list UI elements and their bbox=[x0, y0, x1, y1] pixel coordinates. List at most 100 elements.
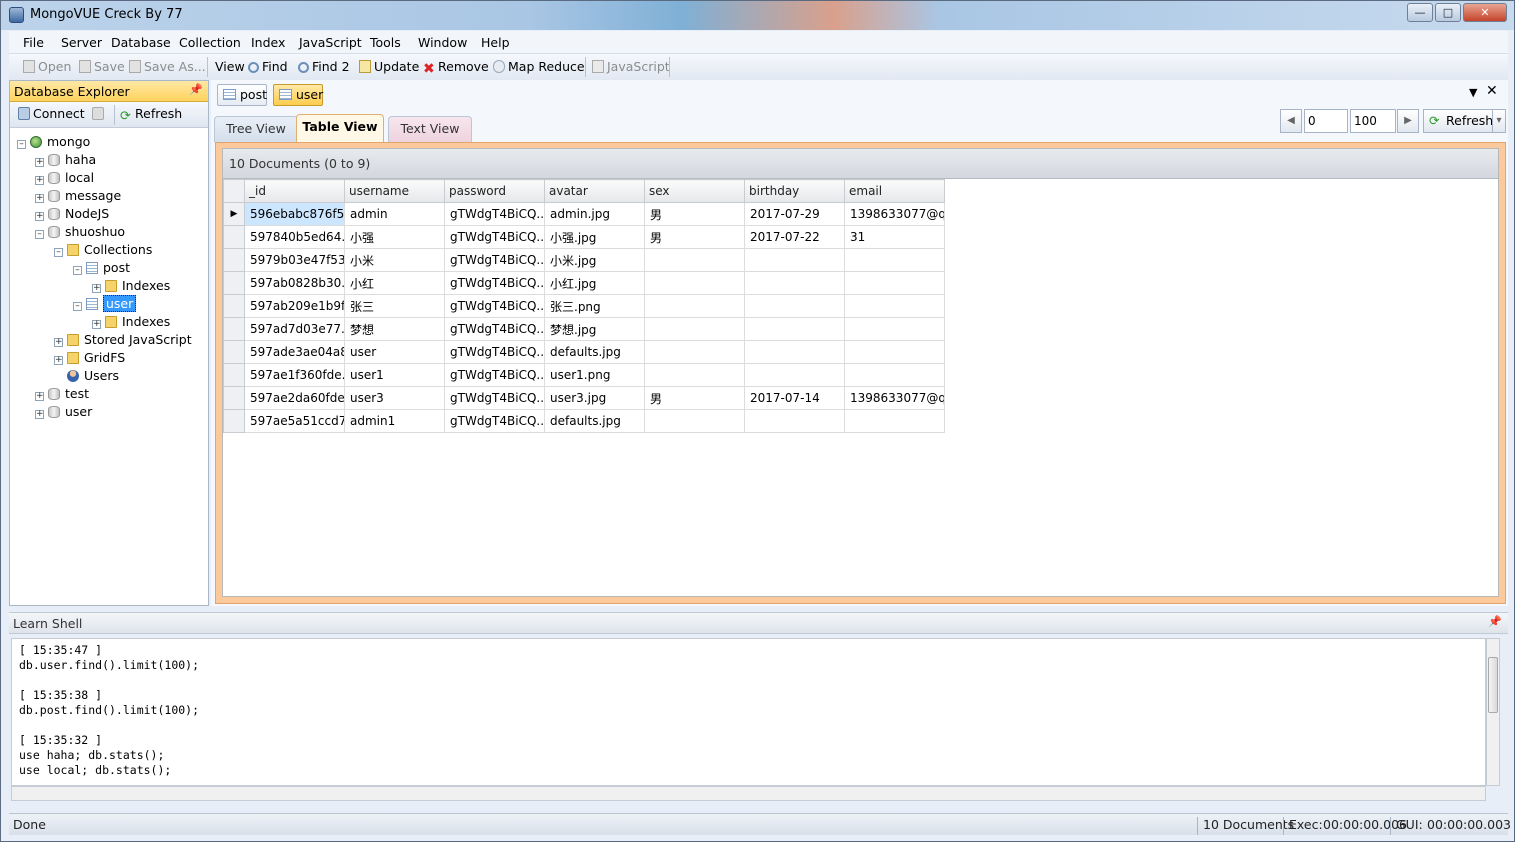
menu-javascript[interactable]: JavaScript bbox=[299, 35, 362, 50]
table-cell[interactable] bbox=[644, 294, 745, 318]
table-cell[interactable]: 1398633077@q... bbox=[844, 202, 945, 226]
table-cell[interactable]: gTWdgT4BiCQ... bbox=[444, 248, 545, 272]
row-header[interactable] bbox=[223, 363, 245, 387]
table-cell[interactable]: gTWdgT4BiCQ... bbox=[444, 409, 545, 433]
column-header[interactable]: email bbox=[844, 179, 945, 203]
tree-node-collection[interactable]: – user bbox=[73, 295, 137, 313]
table-cell[interactable]: 597ab0828b30... bbox=[244, 271, 345, 295]
tree-node-users[interactable]: Users bbox=[67, 367, 119, 385]
table-cell[interactable]: user3.jpg bbox=[544, 386, 645, 410]
table-cell[interactable] bbox=[644, 271, 745, 295]
table-cell[interactable]: 小强 bbox=[344, 225, 445, 249]
table-cell[interactable] bbox=[644, 317, 745, 341]
table-cell[interactable]: 597ad7d03e77... bbox=[244, 317, 345, 341]
row-header[interactable] bbox=[223, 271, 245, 295]
tree-node-indexes[interactable]: + Indexes bbox=[92, 277, 170, 295]
table-cell[interactable]: gTWdgT4BiCQ... bbox=[444, 386, 545, 410]
table-cell[interactable]: admin1 bbox=[344, 409, 445, 433]
table-cell[interactable]: gTWdgT4BiCQ... bbox=[444, 363, 545, 387]
table-cell[interactable]: user3 bbox=[344, 386, 445, 410]
table-cell[interactable] bbox=[644, 363, 745, 387]
tree-node-db[interactable]: + message bbox=[35, 187, 121, 205]
table-cell[interactable]: gTWdgT4BiCQ... bbox=[444, 202, 545, 226]
table-cell[interactable] bbox=[744, 363, 845, 387]
tab-tree-view[interactable]: Tree View bbox=[214, 116, 298, 142]
view-button[interactable]: View bbox=[215, 58, 245, 76]
close-button[interactable]: ✕ bbox=[1463, 3, 1507, 22]
table-cell[interactable]: gTWdgT4BiCQ... bbox=[444, 317, 545, 341]
table-cell[interactable]: gTWdgT4BiCQ... bbox=[444, 271, 545, 295]
table-cell[interactable]: 小强.jpg bbox=[544, 225, 645, 249]
table-cell[interactable]: 张三.png bbox=[544, 294, 645, 318]
shell-horizontal-scrollbar[interactable] bbox=[11, 786, 1486, 801]
table-cell[interactable]: 梦想.jpg bbox=[544, 317, 645, 341]
tree-node-collections[interactable]: – Collections bbox=[54, 241, 152, 259]
table-cell[interactable]: 597ae5a51ccd7... bbox=[244, 409, 345, 433]
scroll-thumb[interactable] bbox=[1488, 657, 1498, 713]
grid-refresh-button[interactable]: ⟳ Refresh bbox=[1423, 109, 1493, 133]
doc-tab-post[interactable]: post bbox=[217, 84, 267, 106]
table-cell[interactable]: 596ebabc876f5... bbox=[244, 202, 345, 226]
table-cell[interactable] bbox=[744, 294, 845, 318]
tree-node-db[interactable]: + NodeJS bbox=[35, 205, 109, 223]
table-row[interactable]: 597ade3ae04a8...usergTWdgT4BiCQ...defaul… bbox=[223, 340, 945, 364]
tree-node-mongo[interactable]: – mongo bbox=[17, 133, 90, 151]
table-cell[interactable] bbox=[844, 409, 945, 433]
table-row[interactable]: 597ae5a51ccd7...admin1gTWdgT4BiCQ...defa… bbox=[223, 409, 945, 433]
table-cell[interactable]: 5979b03e47f53... bbox=[244, 248, 345, 272]
row-header[interactable]: ▶ bbox=[223, 202, 245, 226]
table-row[interactable]: 597ab0828b30... 小红 gTWdgT4BiCQ... 小红.jpg bbox=[223, 271, 945, 295]
table-cell[interactable]: 2017-07-29 bbox=[744, 202, 845, 226]
table-cell[interactable] bbox=[644, 248, 745, 272]
shell-output[interactable]: [ 15:35:47 ] db.user.find().limit(100); [ … bbox=[11, 638, 1486, 786]
table-cell[interactable]: 31 bbox=[844, 225, 945, 249]
pin-icon[interactable]: 📌 bbox=[189, 83, 203, 96]
explorer-refresh-button[interactable]: ⟳ Refresh bbox=[120, 105, 182, 123]
update-button[interactable]: Update bbox=[359, 58, 419, 76]
table-row[interactable]: ▶596ebabc876f5...admingTWdgT4BiCQ...admi… bbox=[223, 202, 945, 226]
table-cell[interactable]: user1 bbox=[344, 363, 445, 387]
table-row[interactable]: 5979b03e47f53...小米gTWdgT4BiCQ...小米.jpg bbox=[223, 248, 945, 272]
menu-collection[interactable]: Collection bbox=[179, 35, 241, 50]
save-as-button[interactable]: Save As... bbox=[129, 58, 206, 76]
table-cell[interactable] bbox=[844, 271, 945, 295]
table-cell[interactable]: user1.png bbox=[544, 363, 645, 387]
table-cell[interactable]: 597ab209e1b9f... bbox=[244, 294, 345, 318]
prev-page-button[interactable]: ◀ bbox=[1280, 109, 1302, 133]
column-header[interactable]: sex bbox=[644, 179, 745, 203]
row-header[interactable] bbox=[223, 225, 245, 249]
menu-index[interactable]: Index bbox=[251, 35, 285, 50]
table-cell[interactable] bbox=[844, 317, 945, 341]
menu-database[interactable]: Database bbox=[111, 35, 171, 50]
tab-list-icon[interactable]: ▼ bbox=[1469, 86, 1477, 99]
menu-tools[interactable]: Tools bbox=[370, 35, 401, 50]
table-cell[interactable]: 小红.jpg bbox=[544, 271, 645, 295]
shell-vertical-scrollbar[interactable] bbox=[1486, 638, 1500, 786]
tree-node-db[interactable]: + test bbox=[35, 385, 89, 403]
row-header[interactable] bbox=[223, 317, 245, 341]
table-cell[interactable] bbox=[644, 340, 745, 364]
save-button[interactable]: Save bbox=[79, 58, 125, 76]
tree-node-db[interactable]: + user bbox=[35, 403, 92, 421]
table-cell[interactable] bbox=[644, 409, 745, 433]
table-cell[interactable]: 597ade3ae04a8... bbox=[244, 340, 345, 364]
table-cell[interactable] bbox=[744, 248, 845, 272]
tree-node-db[interactable]: + local bbox=[35, 169, 94, 187]
table-cell[interactable]: gTWdgT4BiCQ... bbox=[444, 294, 545, 318]
table-row[interactable]: 597840b5ed64... 小强 gTWdgT4BiCQ... 小强.jpg 男 20… bbox=[223, 225, 945, 249]
doc-tab-user[interactable]: user bbox=[273, 84, 323, 106]
table-cell[interactable]: gTWdgT4BiCQ... bbox=[444, 340, 545, 364]
refresh-dropdown-button[interactable]: ▾ bbox=[1492, 109, 1506, 133]
open-button[interactable]: Open bbox=[23, 58, 71, 76]
menu-help[interactable]: Help bbox=[481, 35, 510, 50]
table-row[interactable]: 597ad7d03e77... 梦想 gTWdgT4BiCQ... 梦想.jpg bbox=[223, 317, 945, 341]
table-cell[interactable] bbox=[744, 409, 845, 433]
table-cell[interactable]: 梦想 bbox=[344, 317, 445, 341]
table-cell[interactable] bbox=[744, 340, 845, 364]
row-header[interactable] bbox=[223, 340, 245, 364]
table-cell[interactable]: admin.jpg bbox=[544, 202, 645, 226]
table-cell[interactable]: 1398633077@q... bbox=[844, 386, 945, 410]
table-cell[interactable]: 男 bbox=[644, 202, 745, 226]
close-tab-icon[interactable]: ✕ bbox=[1486, 83, 1498, 99]
tree-node-db[interactable]: – shuoshuo bbox=[35, 223, 125, 241]
